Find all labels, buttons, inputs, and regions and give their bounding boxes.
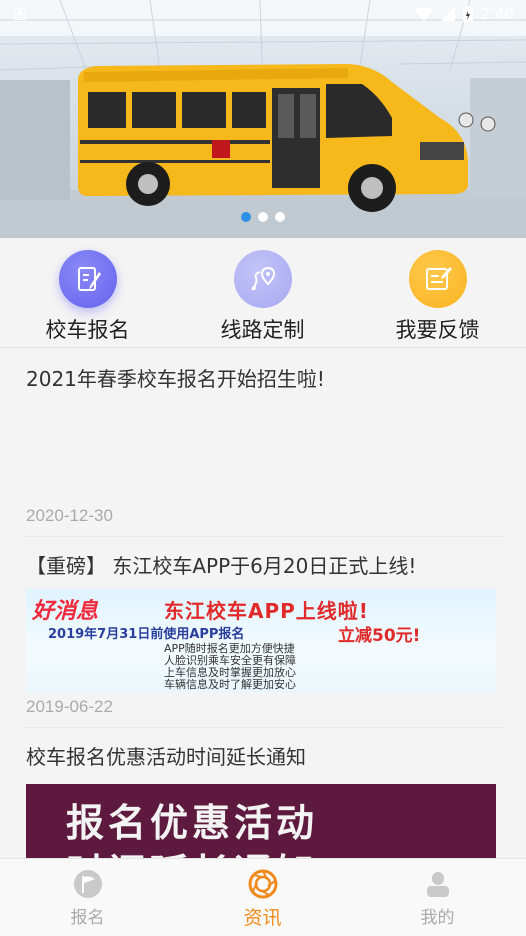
thumbnail-line1: 报名优惠活动: [66, 801, 319, 845]
wifi-icon: [414, 7, 433, 21]
feedback-edit-icon: [408, 250, 467, 308]
edit-form-icon: [58, 250, 117, 308]
news-item[interactable]: 2021年春季校车报名开始招生啦! 2020-12-30: [0, 348, 526, 526]
thumbnail-points: APP随时报名更加方便快捷 人脸识别乘车安全更有保障 上车信息及时掌握更加放心 …: [164, 643, 296, 691]
news-title: 【重磅】 东江校车APP于6月20日正式上线!: [26, 554, 417, 578]
news-title: 校车报名优惠活动时间延长通知: [26, 745, 306, 769]
aperture-icon: [248, 869, 277, 899]
flag-icon: [73, 870, 102, 898]
news-date: 2020-12-30: [26, 506, 113, 525]
news-date: 2019-06-22: [26, 697, 113, 716]
carousel-indicator: [0, 212, 526, 222]
carousel-dot-1[interactable]: [241, 212, 251, 222]
carousel-dot-3[interactable]: [275, 212, 285, 222]
bottom-navigation: 报名 资讯 我的: [0, 858, 526, 936]
quick-item-register[interactable]: 校车报名: [0, 238, 175, 347]
route-map-icon: [233, 250, 292, 308]
news-item[interactable]: 校车报名优惠活动时间延长通知 报名优惠活动 时间延长通知: [0, 728, 526, 858]
carousel-dot-2[interactable]: [258, 212, 268, 222]
quick-item-route[interactable]: 线路定制: [175, 238, 350, 347]
signal-icon: [440, 7, 455, 21]
app-screen: A 2:46 校车报名 线路定制 我要反馈 2021年春季校车报名开始招生啦! …: [0, 0, 526, 936]
quick-item-feedback[interactable]: 我要反馈: [350, 238, 525, 347]
thumbnail-headline-left: 好消息: [32, 599, 99, 624]
thumbnail-headline-right: 东江校车APP上线啦!: [164, 599, 369, 623]
battery-icon: [462, 6, 473, 22]
news-thumbnail: 报名优惠活动 时间延长通知: [26, 784, 496, 858]
nav-tab-register[interactable]: 报名: [0, 859, 175, 936]
notification-icon: A: [14, 8, 26, 20]
quick-item-label: 校车报名: [45, 318, 130, 342]
news-item[interactable]: 【重磅】 东江校车APP于6月20日正式上线! 好消息 东江校车APP上线啦! …: [0, 537, 526, 717]
thumbnail-point: 车辆信息及时了解更加安心: [164, 678, 296, 691]
school-bus-banner-image: [0, 0, 526, 238]
nav-tab-profile[interactable]: 我的: [350, 859, 525, 936]
nav-label: 报名: [70, 908, 105, 928]
status-bar: A 2:46: [0, 0, 526, 28]
thumbnail-discount: 立减50元!: [338, 626, 421, 646]
quick-menu: 校车报名 线路定制 我要反馈: [0, 238, 526, 348]
thumbnail-subline: 2019年7月31日前使用APP报名: [48, 627, 245, 642]
status-time: 2:46: [480, 4, 514, 23]
quick-item-label: 线路定制: [220, 318, 305, 342]
nav-label: 我的: [420, 908, 455, 928]
news-list: 2021年春季校车报名开始招生啦! 2020-12-30 【重磅】 东江校车AP…: [0, 348, 526, 858]
nav-tab-news[interactable]: 资讯: [175, 859, 350, 936]
user-icon: [426, 872, 449, 897]
news-thumbnail: 好消息 东江校车APP上线啦! 2019年7月31日前使用APP报名 立减50元…: [26, 589, 496, 693]
news-title: 2021年春季校车报名开始招生啦!: [26, 367, 325, 391]
banner-carousel[interactable]: [0, 0, 526, 238]
thumbnail-line2: 时间延长通知: [66, 842, 318, 858]
nav-label: 资讯: [243, 907, 282, 929]
quick-item-label: 我要反馈: [395, 318, 480, 342]
